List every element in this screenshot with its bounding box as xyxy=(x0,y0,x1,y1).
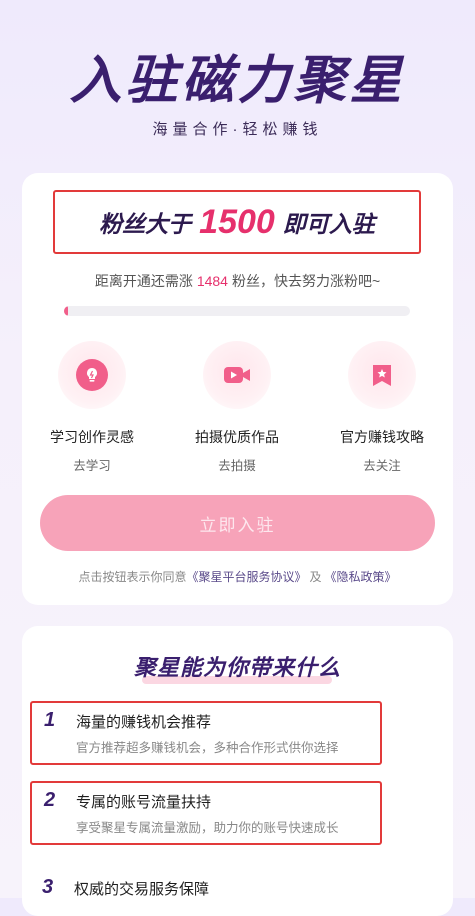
feature-link-learn[interactable]: 去学习 xyxy=(22,455,162,474)
agreement-text: 点击按钮表示你同意《聚星平台服务协议》及《隐私政策》 xyxy=(22,568,453,585)
benefit-desc: 官方推荐超多赚钱机会，多种合作形式供你选择 xyxy=(76,741,339,755)
benefit-item: 1 海量的赚钱机会推荐 官方推荐超多赚钱机会，多种合作形式供你选择 xyxy=(30,701,382,765)
feature-icon-circle xyxy=(348,341,416,409)
benefit-item: 2 专属的账号流量扶持 享受聚星专属流量激励，助力你的账号快速成长 xyxy=(30,781,382,845)
feature-follow[interactable]: 官方赚钱攻略 去关注 xyxy=(312,341,452,474)
benefits-title-text: 聚星能为你带来什么 xyxy=(133,655,341,680)
distance-prefix: 距离开通还需涨 xyxy=(94,273,193,289)
fan-distance-text: 距离开通还需涨 1484 粉丝，快去努力涨粉吧~ xyxy=(22,271,453,291)
benefits-title: 聚星能为你带来什么 xyxy=(22,650,453,684)
feature-label: 拍摄优质作品 xyxy=(195,429,279,445)
benefit-number: 3 xyxy=(42,876,54,898)
fan-progress-bar xyxy=(64,306,410,316)
feature-link-shoot[interactable]: 去拍摄 xyxy=(167,455,307,474)
benefit-item: 3 权威的交易服务保障 xyxy=(30,870,382,910)
benefit-title: 海量的赚钱机会推荐 xyxy=(76,714,212,731)
progress-fill xyxy=(64,306,68,316)
distance-suffix: 粉丝，快去努力涨粉吧~ xyxy=(231,273,381,289)
hero-title: 入驻磁力聚星 xyxy=(69,51,406,111)
benefit-number: 2 xyxy=(44,789,56,811)
feature-link-follow[interactable]: 去关注 xyxy=(312,455,452,474)
benefit-title: 专属的账号流量扶持 xyxy=(76,794,212,811)
feature-shoot[interactable]: 拍摄优质作品 去拍摄 xyxy=(167,341,307,474)
hero-subtitle: 海量合作·轻松赚钱 xyxy=(152,121,323,138)
join-card: 粉丝大于 1500 即可入驻 距离开通还需涨 1484 粉丝，快去努力涨粉吧~ 学习… xyxy=(22,173,453,605)
feature-icon-circle xyxy=(58,341,126,409)
agreement-middle: 及 xyxy=(309,570,322,584)
threshold-banner: 粉丝大于 1500 即可入驻 xyxy=(53,190,421,254)
service-agreement-link[interactable]: 《聚星平台服务协议》 xyxy=(186,570,306,584)
feature-label: 官方赚钱攻略 xyxy=(340,429,424,445)
threshold-prefix: 粉丝大于 xyxy=(99,211,192,237)
lightbulb-icon xyxy=(76,359,108,391)
agreement-prefix: 点击按钮表示你同意 xyxy=(78,570,187,584)
video-camera-icon xyxy=(221,359,253,391)
threshold-suffix: 即可入驻 xyxy=(282,211,375,237)
join-now-button[interactable]: 立即入驻 xyxy=(40,495,435,551)
feature-label: 学习创作灵感 xyxy=(50,429,134,445)
benefit-desc: 享受聚星专属流量激励，助力你的账号快速成长 xyxy=(76,821,339,835)
threshold-number: 1500 xyxy=(199,202,275,241)
benefit-title: 权威的交易服务保障 xyxy=(74,881,210,898)
feature-learn[interactable]: 学习创作灵感 去学习 xyxy=(22,341,162,474)
bookmark-star-icon xyxy=(366,359,398,391)
benefits-card: 聚星能为你带来什么 1 海量的赚钱机会推荐 官方推荐超多赚钱机会，多种合作形式供… xyxy=(22,626,453,916)
benefit-number: 1 xyxy=(44,709,56,731)
distance-count: 1484 xyxy=(196,273,228,289)
feature-icon-circle xyxy=(203,341,271,409)
privacy-policy-link[interactable]: 《隐私政策》 xyxy=(325,570,397,584)
